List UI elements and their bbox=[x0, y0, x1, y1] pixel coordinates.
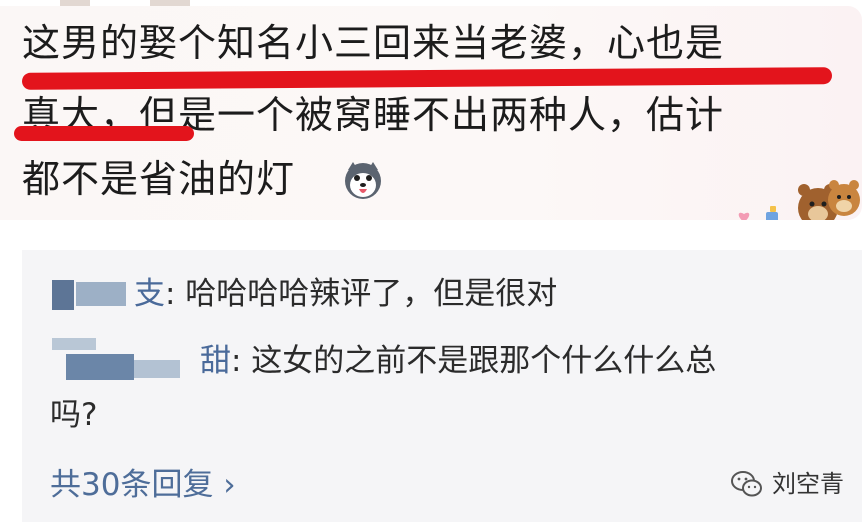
watermark-name: 刘空青 bbox=[772, 470, 844, 498]
reply-box: 支: 哈哈哈哈辣评了，但是很对 甜: 这女的之前不是跟那个什么什么总 吗? 共3… bbox=[22, 250, 862, 522]
spacer bbox=[0, 220, 862, 250]
reply-2-text: : 这女的之前不是跟那个什么什么总 bbox=[231, 343, 717, 379]
red-underline-2 bbox=[14, 126, 194, 141]
reply-1-text: : 哈哈哈哈辣评了，但是很对 bbox=[165, 276, 558, 312]
reply-2-continuation: 吗? bbox=[50, 397, 98, 433]
blurred-username-2c bbox=[134, 360, 180, 378]
post-text-line-1: 这男的娶个知名小三回来当老婆，心也是 bbox=[22, 21, 725, 65]
blurred-username-2b bbox=[66, 354, 134, 380]
blurred-username-2 bbox=[52, 338, 96, 350]
reply-1[interactable]: 支: 哈哈哈哈辣评了，但是很对 bbox=[50, 275, 557, 313]
post-text-line-3: 都不是省油的灯 bbox=[22, 157, 296, 201]
more-replies-link[interactable]: 共30条回复 › bbox=[50, 466, 236, 504]
post-bubble: 这男的娶个知名小三回来当老婆，心也是 真大，但是一个被窝睡不出两种人，估计 都不… bbox=[0, 6, 862, 228]
watermark: 刘空青 bbox=[730, 464, 844, 504]
blurred-username-1b bbox=[76, 282, 126, 306]
husky-emoji-icon bbox=[345, 162, 381, 199]
blurred-username-1 bbox=[52, 280, 74, 310]
red-underline-1 bbox=[21, 67, 833, 90]
wechat-icon bbox=[731, 471, 762, 497]
